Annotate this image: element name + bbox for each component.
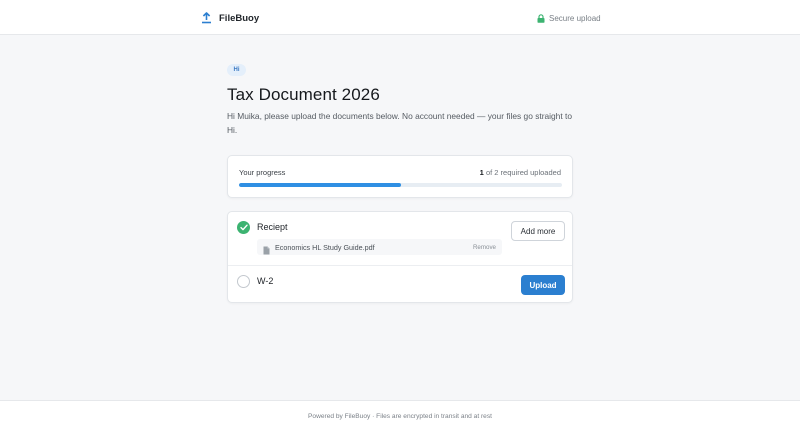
progress-fill: [239, 183, 401, 187]
progress-count: 1 of 2 required uploaded: [480, 168, 561, 177]
progress-track: [239, 183, 562, 187]
requirement-name: Reciept: [257, 222, 288, 232]
add-more-button[interactable]: Add more: [511, 221, 565, 241]
footer: Powered by FileBuoy · Files are encrypte…: [0, 400, 800, 432]
progress-suffix: of 2 required uploaded: [485, 168, 561, 177]
upload-icon: [201, 12, 212, 24]
requirement-name: W-2: [257, 276, 274, 286]
secure-label: Secure upload: [549, 13, 601, 23]
top-bar: FileBuoy Secure upload: [0, 0, 800, 35]
check-icon: [237, 221, 250, 234]
list-item: Reciept Economics HL Study Guide.pdf Rem…: [228, 212, 572, 266]
requester-badge: Hi: [227, 64, 246, 76]
lock-icon: [537, 13, 545, 23]
progress-card: Your progress 1 of 2 required uploaded: [227, 155, 573, 198]
page-title: Tax Document 2026: [227, 85, 380, 104]
pending-circle-icon: [237, 275, 250, 288]
secure-indicator: Secure upload: [537, 11, 601, 25]
list-item: W-2 Upload: [228, 266, 572, 304]
file-name: Economics HL Study Guide.pdf: [275, 243, 375, 252]
brand-name: FileBuoy: [219, 12, 260, 24]
document-list: Reciept Economics HL Study Guide.pdf Rem…: [227, 211, 573, 303]
uploaded-file: Economics HL Study Guide.pdf Remove: [257, 239, 502, 255]
footer-text: Powered by FileBuoy · Files are encrypte…: [308, 413, 492, 420]
brand[interactable]: FileBuoy: [201, 10, 259, 26]
progress-label: Your progress: [239, 168, 286, 177]
intro-text: Hi Muika, please upload the documents be…: [227, 111, 572, 135]
progress-uploaded-count: 1: [479, 168, 484, 177]
file-icon: [263, 242, 270, 260]
remove-file-link[interactable]: Remove: [473, 244, 496, 251]
upload-button[interactable]: Upload: [521, 275, 565, 295]
